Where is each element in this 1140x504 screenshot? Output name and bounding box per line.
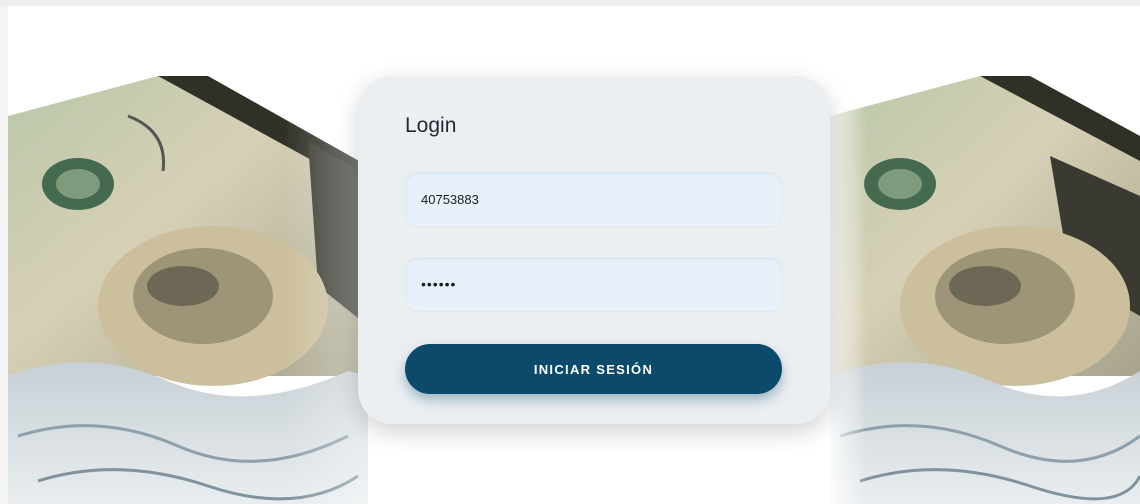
password-input[interactable] xyxy=(421,276,766,292)
login-button[interactable]: INICIAR SESIÓN xyxy=(405,344,782,394)
username-field[interactable] xyxy=(405,172,782,226)
username-input[interactable] xyxy=(421,191,766,207)
login-card: Login INICIAR SESIÓN xyxy=(358,76,830,424)
password-field[interactable] xyxy=(405,257,782,311)
left-edge xyxy=(0,6,8,504)
login-title: Login xyxy=(405,114,457,137)
top-strip xyxy=(0,0,1140,6)
background-banknote-image-right xyxy=(830,76,1140,504)
